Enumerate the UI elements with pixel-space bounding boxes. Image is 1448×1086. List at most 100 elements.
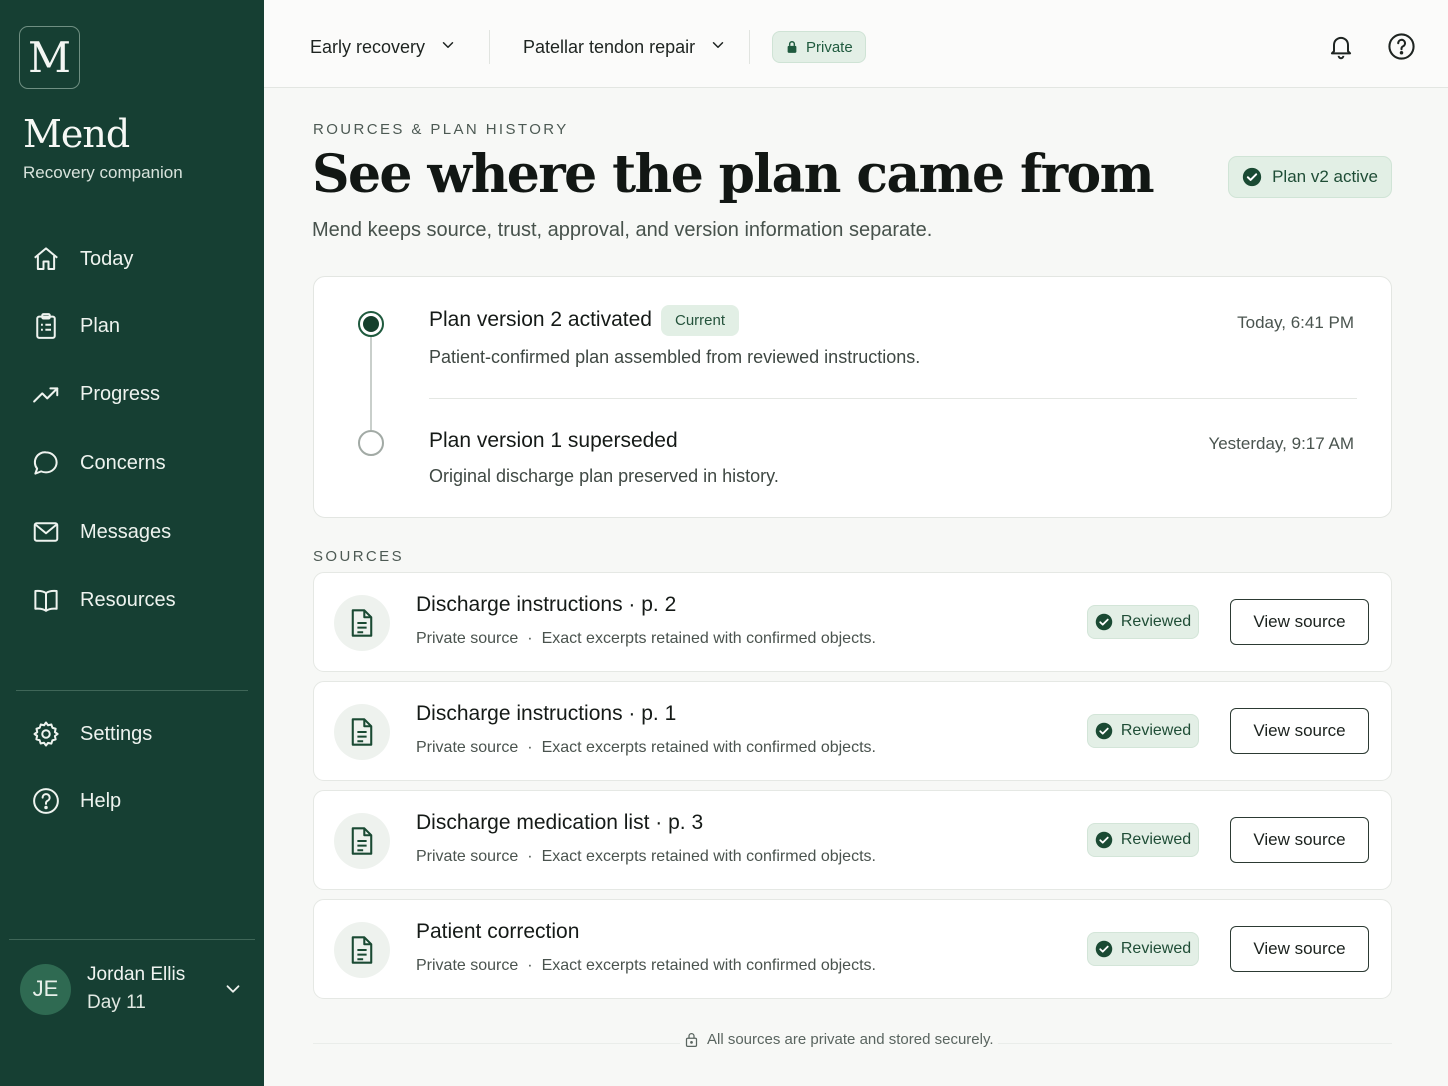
sources-heading: SOURCES [313,548,404,565]
security-note: All sources are private and stored secur… [680,1031,998,1048]
sidebar-item-label: Messages [80,520,172,543]
lock-icon [684,1031,699,1048]
mail-icon [30,516,62,548]
source-detail: Exact excerpts retained with confirmed o… [541,739,876,756]
trending-up-icon [30,378,62,410]
sidebar-item-resources[interactable]: Resources [30,580,250,620]
status-label: Reviewed [1120,722,1192,739]
check-circle-icon [1242,167,1262,187]
sidebar-item-label: Concerns [80,451,166,474]
bell-icon[interactable] [1326,31,1356,61]
check-circle-icon [1095,613,1113,631]
source-meta: Private source · Exact excerpts retained… [416,848,876,865]
user-menu[interactable]: JE Jordan Ellis Day 11 [20,958,252,1020]
sidebar-item-label: Settings [80,722,153,745]
security-note-text: All sources are private and stored secur… [707,1031,994,1048]
logo-mark[interactable]: M [19,26,80,89]
user-recovery-day: Day 11 [87,992,146,1013]
procedure-value: Patellar tendon repair [523,36,696,57]
source-detail: Exact excerpts retained with confirmed o… [541,848,876,865]
source-privacy: Private source [416,739,519,756]
status-label: Reviewed [1120,613,1192,630]
history-item-description: Patient-confirmed plan assembled from re… [429,347,921,367]
sidebar-item-label: Help [80,789,122,812]
status-label: Reviewed [1120,940,1192,957]
plan-status-badge: Plan v2 active [1228,156,1392,198]
sidebar-item-label: Plan [80,314,121,337]
top-bar: Early recovery Patellar tendon repair Pr… [264,0,1448,88]
lock-icon [785,40,799,54]
check-circle-icon [1095,722,1113,740]
sidebar-item-concerns[interactable]: Concerns [30,443,250,483]
source-meta: Private source · Exact excerpts retained… [416,957,876,974]
sidebar-item-progress[interactable]: Progress [30,374,250,414]
sidebar-divider [16,690,248,691]
source-meta: Private source · Exact excerpts retained… [416,630,876,647]
source-title: Discharge instructions · p. 1 [416,702,677,725]
topbar-divider [489,30,490,64]
procedure-dropdown[interactable]: Patellar tendon repair [523,30,727,64]
chat-bubble-icon [30,447,62,479]
book-icon [30,584,62,616]
view-source-button[interactable]: View source [1230,817,1369,863]
source-card: Discharge medication list · p. 3 Private… [313,790,1392,890]
sidebar-item-messages[interactable]: Messages [30,512,250,552]
view-source-button[interactable]: View source [1230,708,1369,754]
phase-dropdown[interactable]: Early recovery [310,30,457,64]
history-item-time: Today, 6:41 PM [1237,313,1354,332]
timeline-dot-past [358,430,384,456]
view-source-button[interactable]: View source [1230,599,1369,645]
phase-value: Early recovery [310,36,426,57]
chevron-down-icon [222,978,244,1005]
status-badge: Reviewed [1087,605,1199,639]
sidebar-item-help[interactable]: Help [30,781,250,821]
status-badge: Reviewed [1087,823,1199,857]
sidebar-divider [9,939,255,940]
source-title: Discharge medication list · p. 3 [416,811,704,834]
help-circle-icon [30,785,62,817]
sidebar-item-label: Today [80,247,134,270]
history-item-description: Original discharge plan preserved in his… [429,466,779,486]
status-label: Reviewed [1120,831,1192,848]
current-chip: Current [661,305,740,336]
source-title: Patient correction [416,920,580,943]
source-card: Patient correction Private source · Exac… [313,899,1392,999]
source-card: Discharge instructions · p. 1 Private so… [313,681,1392,781]
document-icon [334,704,390,760]
view-source-button[interactable]: View source [1230,926,1369,972]
source-privacy: Private source [416,957,519,974]
timeline-connector [370,337,372,430]
clipboard-icon [30,310,62,342]
gear-icon [30,718,62,750]
source-detail: Exact excerpts retained with confirmed o… [541,630,876,647]
document-icon [334,595,390,651]
source-privacy: Private source [416,630,519,647]
app-name: Mend [23,112,130,156]
timeline-dot-current [358,311,384,337]
avatar: JE [20,963,71,1015]
chevron-down-icon [709,36,727,59]
check-circle-icon [1095,940,1113,958]
document-icon [334,813,390,869]
status-badge: Reviewed [1087,932,1199,966]
history-item-title: Plan version 2 activated [429,308,652,331]
privacy-badge: Private [772,31,866,63]
sidebar-item-plan[interactable]: Plan [30,306,250,346]
sidebar-item-label: Resources [80,588,176,611]
section-eyebrow: ROURCES & PLAN HISTORY [313,121,569,138]
sidebar-item-today[interactable]: Today [30,239,250,279]
document-icon [334,922,390,978]
source-card: Discharge instructions · p. 2 Private so… [313,572,1392,672]
help-circle-icon[interactable] [1386,31,1416,61]
sidebar-item-settings[interactable]: Settings [30,714,250,754]
history-item-title: Plan version 1 superseded [429,429,678,452]
home-icon [30,243,62,275]
privacy-label: Private [806,38,853,56]
page-title: See where the plan came from [312,144,1155,205]
source-meta: Private source · Exact excerpts retained… [416,739,876,756]
history-item-time: Yesterday, 9:17 AM [1208,434,1354,453]
user-name: Jordan Ellis [87,964,186,985]
sidebar: M Mend Recovery companion Today Plan Pro… [0,0,264,1086]
check-circle-icon [1095,831,1113,849]
source-privacy: Private source [416,848,519,865]
